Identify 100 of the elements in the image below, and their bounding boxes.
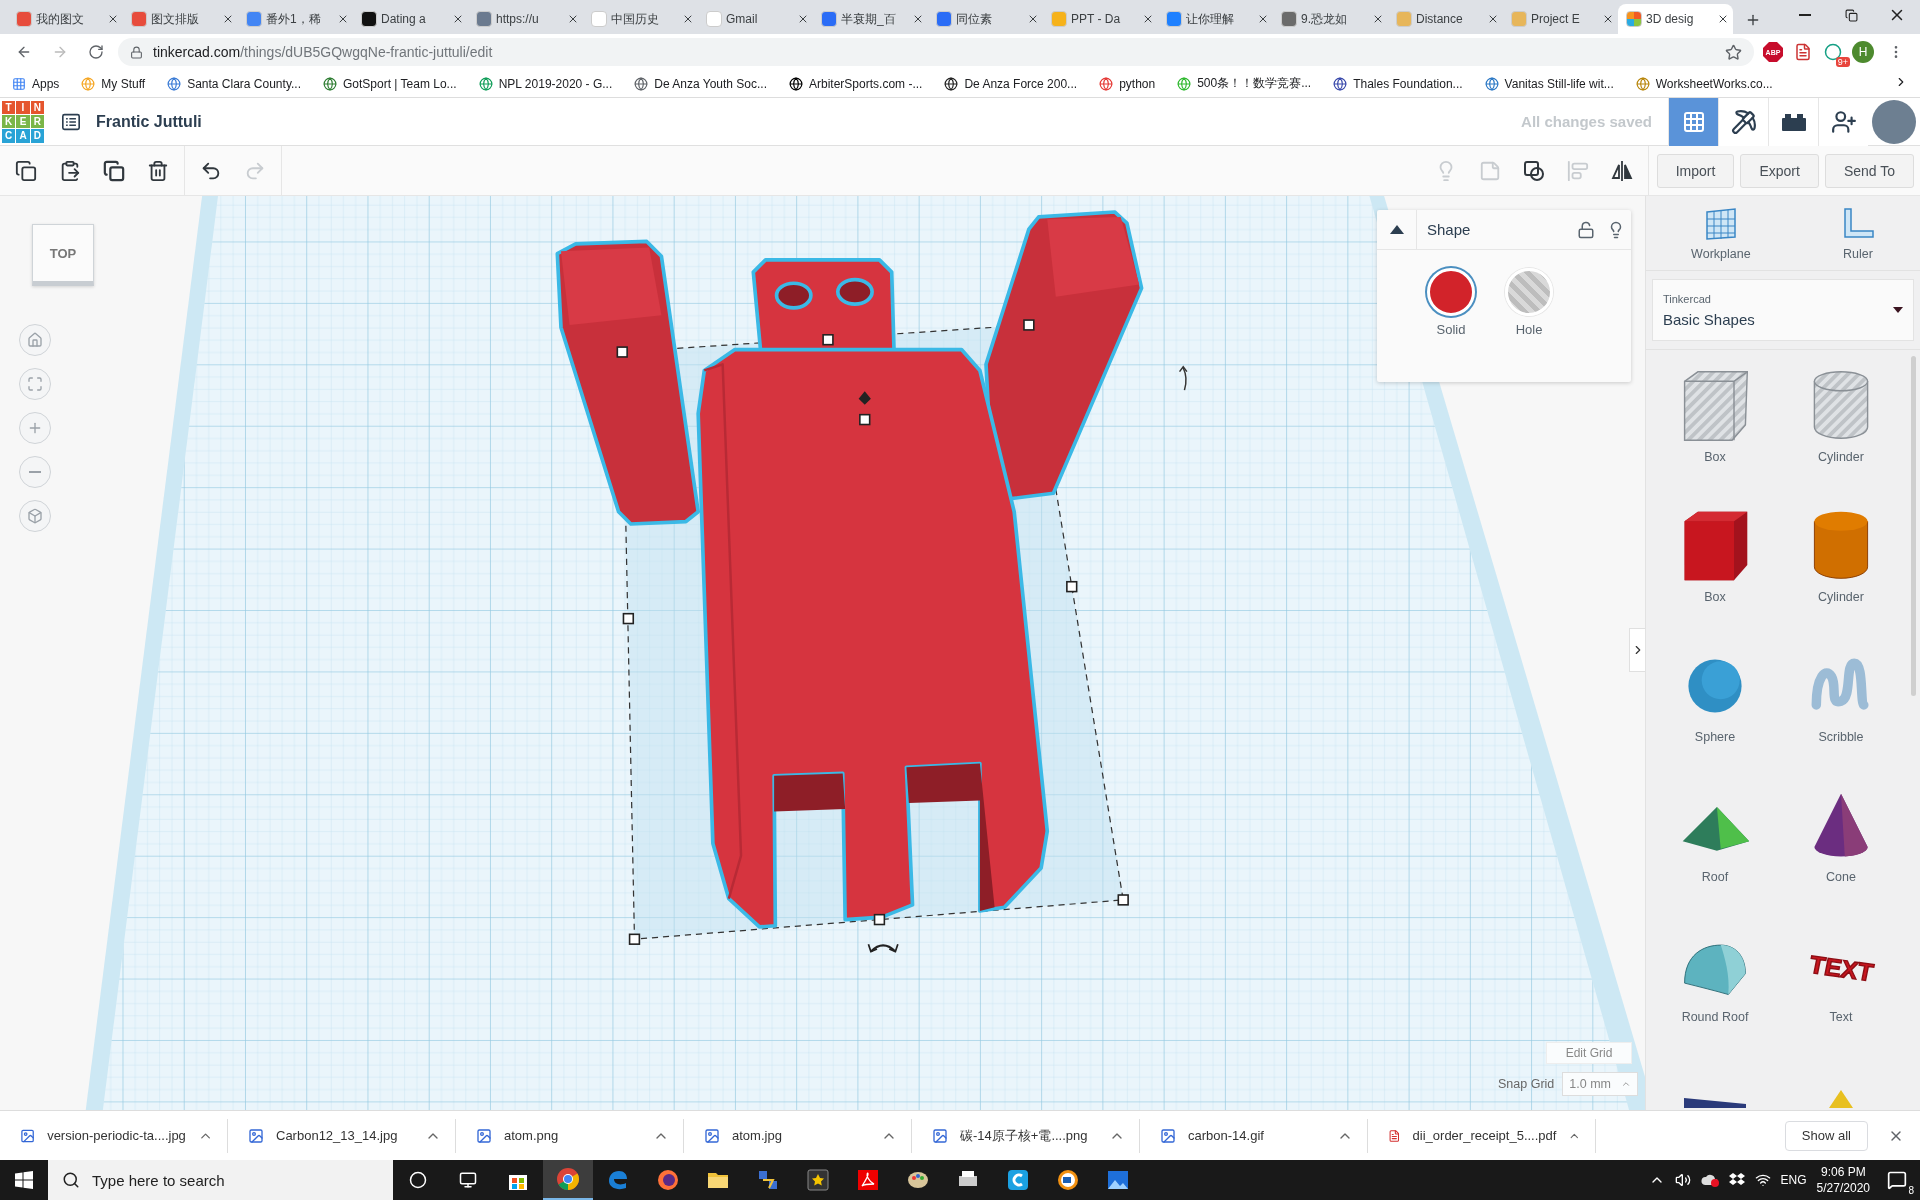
color-swatch[interactable] [1505, 268, 1553, 316]
close-icon[interactable] [797, 13, 809, 25]
download-item[interactable]: carbon-14.gif [1140, 1118, 1368, 1153]
close-icon[interactable] [1717, 13, 1729, 25]
rotate-arrow-icon[interactable] [1178, 365, 1188, 391]
bookmark-link[interactable]: Santa Clara County... [167, 76, 301, 91]
dropbox-icon[interactable] [1728, 1173, 1745, 1187]
download-item[interactable]: version-periodic-ta....jpg [0, 1118, 228, 1153]
close-icon[interactable] [682, 13, 694, 25]
show-all-button[interactable]: Show all [1784, 1120, 1868, 1151]
bookmark-link[interactable]: GotSport | Team Lo... [323, 76, 457, 91]
brick-view-button[interactable] [1768, 97, 1818, 146]
language-indicator[interactable]: ENG [1780, 1173, 1807, 1187]
close-icon[interactable] [1257, 13, 1269, 25]
toolbar-button[interactable]: Export [1740, 153, 1819, 188]
close-icon[interactable] [567, 13, 579, 25]
bookmark-link[interactable]: 500条！！数学竞赛... [1177, 75, 1312, 92]
browser-tab[interactable]: Distance [1388, 4, 1503, 34]
browser-tab[interactable]: 让你理解 [1158, 4, 1273, 34]
shape-library-select[interactable]: Tinkercad Basic Shapes [1652, 279, 1914, 341]
color-swatch[interactable] [1427, 268, 1475, 316]
browser-tab[interactable]: 半衰期_百 [813, 4, 928, 34]
message-icon [1887, 1170, 1907, 1190]
shape-item[interactable]: Box [1652, 500, 1778, 640]
round-logo-app-button[interactable] [543, 1160, 593, 1200]
tinkercad-logo[interactable]: T I N K E R C A D [2, 100, 44, 143]
shape-item[interactable]: Roof [1652, 780, 1778, 920]
bookmark-link[interactable]: WorksheetWorks.co... [1635, 76, 1773, 91]
solid-option[interactable]: Solid [1427, 268, 1475, 337]
design-title[interactable]: Frantic Juttuli [96, 112, 202, 131]
volume-icon[interactable] [1674, 1172, 1691, 1188]
bookmark-link[interactable]: De Anza Youth Soc... [634, 76, 767, 91]
browser-tab[interactable]: Project E [1503, 4, 1618, 34]
taskbar-search-field[interactable]: Type here to search [48, 1160, 393, 1200]
caret-icon [1621, 1079, 1632, 1089]
download-item[interactable]: atom.png [456, 1118, 684, 1153]
browser-tab[interactable]: 我的图文 [8, 4, 123, 34]
close-icon[interactable] [452, 13, 464, 25]
browser-tab[interactable]: 中国历史 [583, 4, 698, 34]
download-item[interactable]: 碳-14原子核+電....png [912, 1118, 1140, 1153]
address-field[interactable]: tinkercad.com/things/dUB5GQwgqNe-frantic-juttuli/edit [118, 38, 1754, 66]
selected-robot-model-drawing[interactable] [555, 210, 1144, 945]
bookmark-link[interactable]: ArbiterSports.com -... [789, 76, 923, 91]
close-icon[interactable] [107, 13, 119, 25]
bookmark-link[interactable]: NPL 2019-2020 - G... [478, 76, 613, 91]
bookmark-link[interactable]: python [1099, 76, 1156, 91]
bookmark-link[interactable]: Thales Foundation... [1333, 76, 1463, 91]
hole-option[interactable]: Hole [1505, 268, 1553, 337]
close-icon[interactable] [222, 13, 234, 25]
clock[interactable]: 9:06 PM 5/27/2020 [1816, 1164, 1870, 1196]
rotate-arrow-icon[interactable] [867, 943, 899, 953]
user-avatar[interactable] [1872, 99, 1916, 144]
snap-grid-select[interactable]: 1.0 mm [1562, 1072, 1639, 1096]
bookmark-link[interactable]: De Anza Force 200... [944, 76, 1078, 91]
browser-tab[interactable]: PPT - Da [1043, 4, 1158, 34]
close-icon[interactable] [1142, 13, 1154, 25]
favicon-icon [131, 11, 147, 27]
browser-tab[interactable]: https://u [468, 4, 583, 34]
close-icon[interactable] [337, 13, 349, 25]
shape-item[interactable]: Sphere [1652, 640, 1778, 780]
ruler-button[interactable]: Ruler [1834, 206, 1881, 262]
circle-extension-icon[interactable] [1824, 43, 1842, 61]
browser-tab[interactable]: 3D desig [1618, 4, 1733, 34]
toolbar-button[interactable]: Import [1656, 153, 1735, 188]
close-icon[interactable] [1027, 13, 1039, 25]
view-cube[interactable]: TOP [32, 224, 94, 286]
bookmark-link[interactable]: Apps [12, 76, 60, 91]
pickaxe-view-button[interactable] [1718, 97, 1768, 146]
browser-tab[interactable]: 9.恐龙如 [1273, 4, 1388, 34]
workplane-button[interactable]: Workplane [1685, 206, 1757, 262]
cloud-icon[interactable] [1700, 1173, 1719, 1187]
wifi-icon[interactable] [1754, 1172, 1771, 1188]
shape-item[interactable]: Box [1652, 360, 1778, 500]
toolbar-button[interactable]: Send To [1824, 153, 1914, 188]
shape-item[interactable]: Cylinder [1778, 360, 1904, 500]
shape-item[interactable]: Round Roof [1652, 920, 1778, 1060]
document-extension-icon[interactable] [1794, 43, 1812, 61]
close-icon[interactable] [1487, 13, 1499, 25]
add-user-button[interactable] [1818, 97, 1868, 146]
edit-grid-button[interactable]: Edit Grid [1546, 1042, 1632, 1064]
shape-item[interactable]: Scribble [1778, 640, 1904, 780]
download-item[interactable]: dii_order_receipt_5....pdf [1368, 1118, 1596, 1153]
download-item[interactable]: Carbon12_13_14.jpg [228, 1118, 456, 1153]
star-icon[interactable] [1725, 43, 1742, 61]
browser-tab[interactable]: 番外1，稀 [238, 4, 353, 34]
bookmark-link[interactable]: Vanitas Still-life wit... [1484, 76, 1614, 91]
document-icon [856, 1168, 880, 1192]
bookmark-link[interactable]: My Stuff [81, 76, 146, 91]
close-icon[interactable] [1602, 13, 1614, 25]
browser-tab[interactable]: Dating a [353, 4, 468, 34]
close-icon[interactable] [912, 13, 924, 25]
profile-avatar[interactable]: H [1852, 41, 1874, 63]
download-item[interactable]: atom.jpg [684, 1118, 912, 1153]
browser-tab[interactable]: 同位素 [928, 4, 1043, 34]
shape-item[interactable]: Cone [1778, 780, 1904, 920]
browser-tab[interactable]: Gmail [698, 4, 813, 34]
close-icon[interactable] [1372, 13, 1384, 25]
shape-item[interactable]: Cylinder [1778, 500, 1904, 640]
shape-item[interactable]: TEXT Text [1778, 920, 1904, 1060]
browser-tab[interactable]: 图文排版 [123, 4, 238, 34]
